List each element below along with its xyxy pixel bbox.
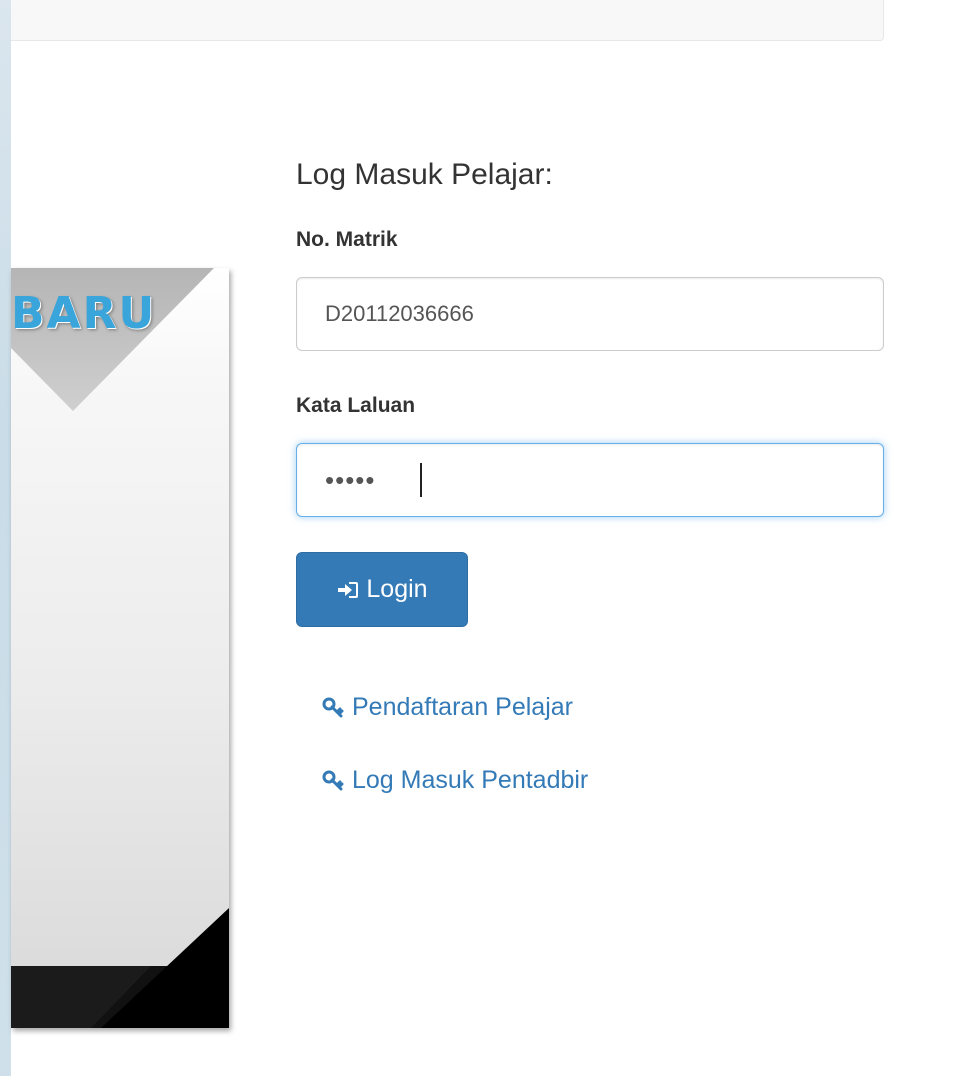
matrik-label: No. Matrik (296, 228, 398, 251)
register-student-link-label: Pendaftaran Pelajar (352, 693, 573, 721)
banner-graphic (11, 268, 229, 1028)
key-icon (322, 697, 344, 719)
banner-image: BARU (11, 268, 229, 1028)
login-title: Log Masuk Pelajar: (296, 158, 553, 191)
login-button-label: Login (366, 575, 428, 603)
register-student-link[interactable]: Pendaftaran Pelajar (322, 693, 573, 722)
banner-word: BARU (11, 288, 157, 339)
page-right-margin (889, 0, 977, 1076)
text-caret (420, 463, 422, 497)
log-in-icon (336, 580, 360, 600)
matrik-input[interactable] (296, 277, 884, 351)
page-left-edge (0, 0, 11, 1076)
admin-login-link[interactable]: Log Masuk Pentadbir (322, 766, 588, 795)
password-label: Kata Laluan (296, 394, 416, 417)
top-navbar (11, 0, 884, 41)
key-icon (322, 770, 344, 792)
admin-login-link-label: Log Masuk Pentadbir (352, 766, 589, 794)
password-input[interactable] (296, 443, 884, 517)
login-button[interactable]: Login (296, 552, 468, 627)
